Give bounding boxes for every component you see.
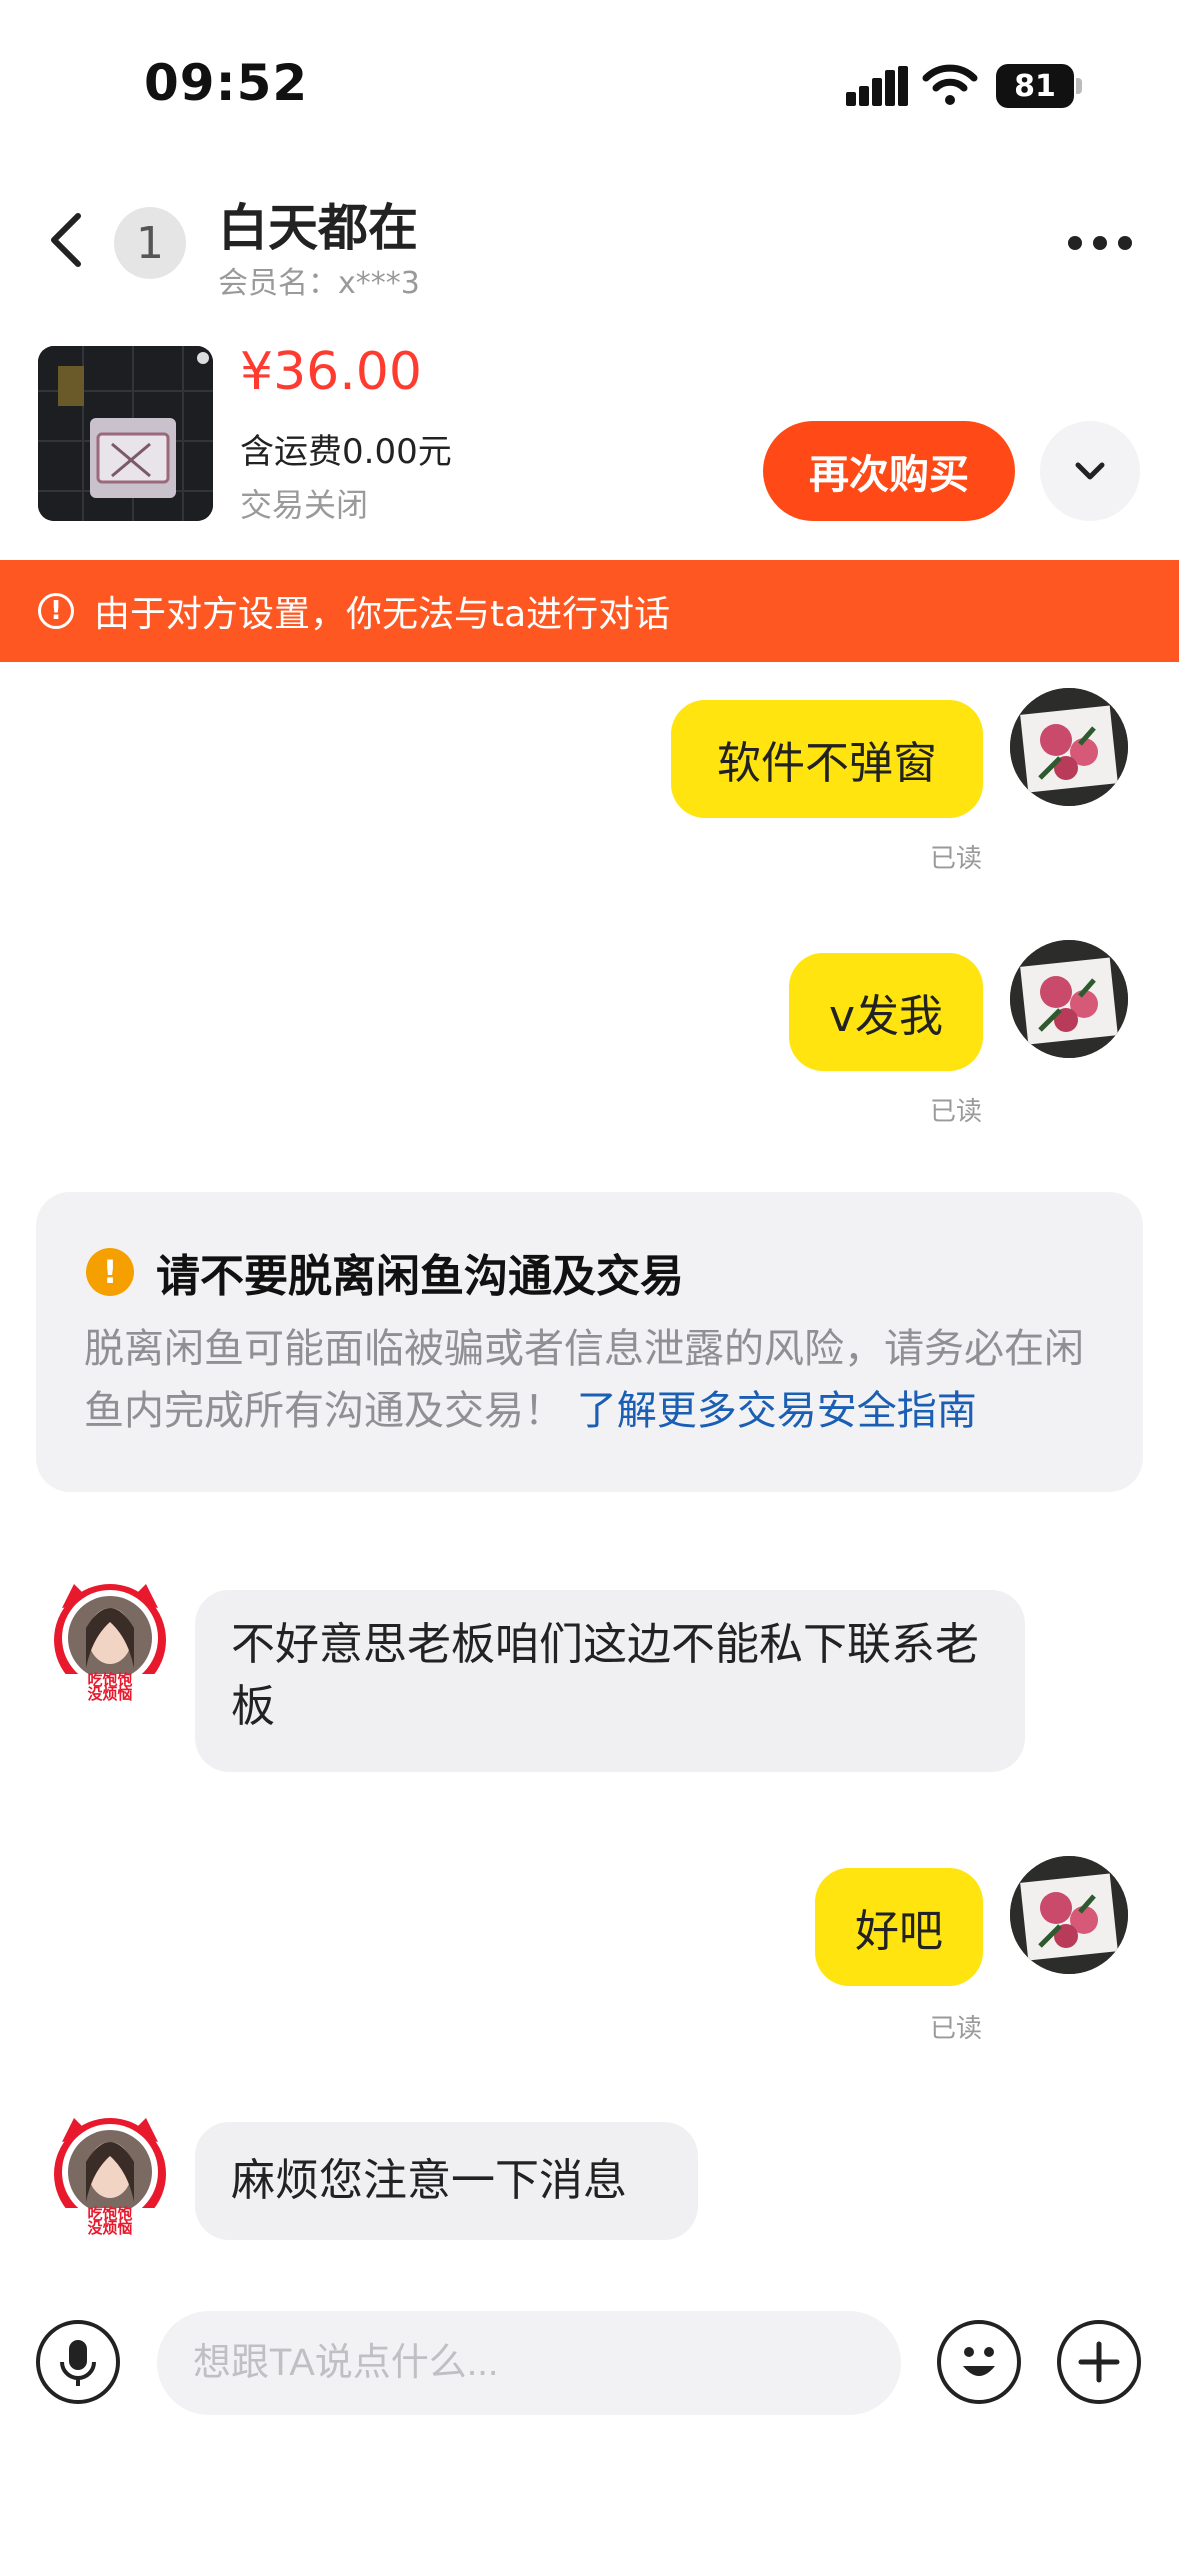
expand-button[interactable] bbox=[1040, 421, 1140, 521]
notice-body: 脱离闲鱼可能面临被骗或者信息泄露的风险，请务必在闲鱼内完成所有沟通及交易！ 了解… bbox=[84, 1318, 1114, 1442]
product-price: ¥36.00 bbox=[240, 342, 422, 402]
my-avatar[interactable] bbox=[1010, 940, 1128, 1058]
message-bubble-outgoing[interactable]: 好吧 bbox=[815, 1868, 983, 1986]
member-name: 会员名：x***3 bbox=[218, 266, 420, 301]
svg-text:没烦恼: 没烦恼 bbox=[87, 1685, 132, 1702]
message-bubble-incoming[interactable]: 不好意思老板咱们这边不能私下联系老板 bbox=[195, 1590, 1025, 1772]
cellular-signal-icon bbox=[846, 66, 908, 106]
read-receipt: 已读 bbox=[930, 844, 983, 874]
read-receipt: 已读 bbox=[930, 2014, 983, 2044]
product-thumbnail[interactable] bbox=[38, 346, 213, 521]
other-user-avatar[interactable]: 吃饱饱 没烦恼 bbox=[48, 2112, 172, 2237]
warning-icon: ! bbox=[86, 1248, 134, 1296]
read-receipt: 已读 bbox=[930, 1097, 983, 1127]
wifi-icon bbox=[922, 64, 978, 105]
safety-guide-link[interactable]: 了解更多交易安全指南 bbox=[577, 1388, 977, 1434]
alert-circle-icon: ! bbox=[38, 593, 74, 629]
emoji-button[interactable] bbox=[937, 2320, 1021, 2404]
more-options-icon[interactable] bbox=[1068, 236, 1132, 252]
message-input[interactable] bbox=[157, 2311, 901, 2415]
microphone-icon bbox=[60, 2340, 96, 2386]
smiley-icon bbox=[963, 2347, 995, 2376]
chevron-down-icon bbox=[1075, 462, 1105, 480]
status-time: 09:52 bbox=[144, 54, 309, 112]
my-avatar[interactable] bbox=[1010, 688, 1128, 806]
voice-button[interactable] bbox=[36, 2320, 120, 2404]
message-bubble-incoming[interactable]: 麻烦您注意一下消息 bbox=[195, 2122, 698, 2240]
unread-count-badge[interactable]: 1 bbox=[114, 207, 186, 279]
notice-title: 请不要脱离闲鱼沟通及交易 bbox=[156, 1251, 684, 1302]
banner-text: 由于对方设置，你无法与ta进行对话 bbox=[94, 594, 671, 635]
plus-icon bbox=[1078, 2341, 1120, 2383]
other-user-avatar[interactable]: 吃饱饱 没烦恼 bbox=[48, 1578, 172, 1703]
battery-indicator: 81 bbox=[996, 64, 1082, 108]
message-bubble-outgoing[interactable]: v发我 bbox=[789, 953, 983, 1071]
back-arrow-icon[interactable] bbox=[46, 210, 86, 270]
my-avatar[interactable] bbox=[1010, 1856, 1128, 1974]
buy-again-button[interactable]: 再次购买 bbox=[763, 421, 1015, 521]
add-attachment-button[interactable] bbox=[1057, 2320, 1141, 2404]
trade-status: 交易关闭 bbox=[240, 486, 369, 524]
chat-disabled-banner: ! 由于对方设置，你无法与ta进行对话 bbox=[0, 560, 1179, 662]
shipping-fee: 含运费0.00元 bbox=[240, 432, 452, 472]
chat-title: 白天都在 bbox=[218, 199, 418, 257]
message-bubble-outgoing[interactable]: 软件不弹窗 bbox=[671, 700, 983, 818]
svg-text:没烦恼: 没烦恼 bbox=[87, 2219, 132, 2236]
